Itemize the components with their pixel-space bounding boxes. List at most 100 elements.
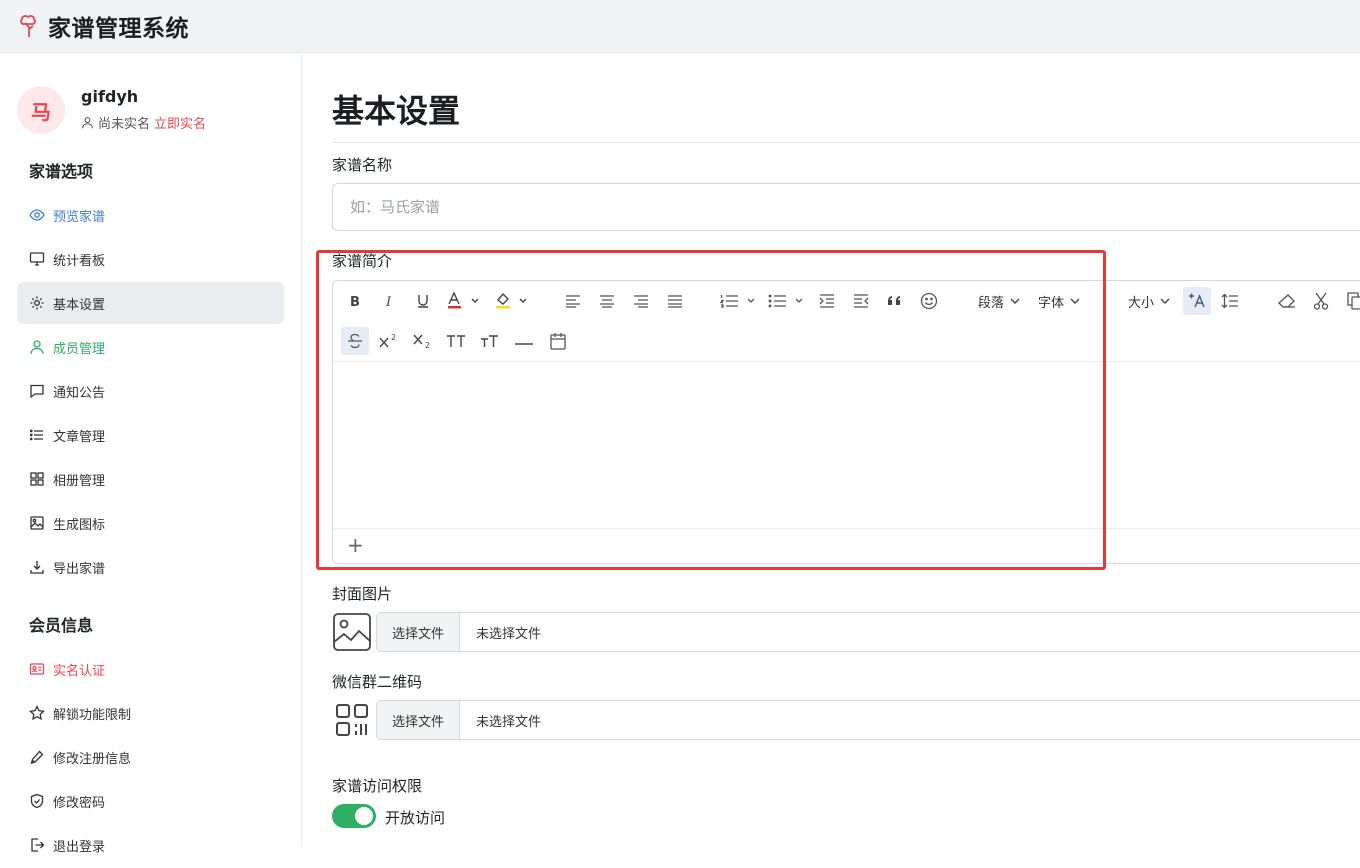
italic-button[interactable]: I — [377, 287, 401, 315]
emoji-button[interactable] — [917, 287, 941, 315]
genealogy-menu: 预览家谱 统计看板 基本设置 成员管理 通知公告 文章管理 相册管理 生成图标 — [17, 194, 284, 590]
app-title: 家谱管理系统 — [48, 16, 189, 42]
member-menu: 实名认证 解锁功能限制 修改注册信息 修改密码 退出登录 — [17, 648, 284, 868]
open-access-toggle[interactable] — [332, 804, 376, 828]
monitor-icon — [29, 252, 45, 266]
chevron-down-icon — [1160, 298, 1170, 304]
sidebar-item-label: 基本设置 — [53, 297, 106, 313]
strikethrough-button[interactable] — [341, 327, 369, 355]
sidebar-item-dashboard[interactable]: 统计看板 — [17, 238, 284, 280]
sidebar-item-label: 实名认证 — [53, 663, 106, 679]
user-name: gifdyh — [81, 87, 139, 106]
sidebar-item-articles[interactable]: 文章管理 — [17, 414, 284, 456]
font-family-select-label: 字体 — [1037, 295, 1064, 311]
underline-button[interactable] — [411, 287, 435, 315]
uppercase-icon — [447, 335, 465, 347]
horizontal-rule-button[interactable] — [511, 327, 537, 355]
lowercase-button[interactable] — [477, 327, 503, 355]
font-family-select[interactable]: 字体 — [1033, 287, 1085, 315]
cover-choose-file-button[interactable]: 选择文件 — [377, 613, 461, 651]
lowercase-icon — [481, 335, 498, 347]
font-size-select[interactable]: 大小 — [1123, 287, 1175, 315]
align-left-button[interactable] — [561, 287, 585, 315]
outdent-button[interactable] — [849, 287, 873, 315]
page-title: 基本设置 — [332, 92, 461, 130]
rich-text-editor[interactable]: B I 段落 字体 大小 2 2 + — [332, 280, 1360, 564]
cut-button[interactable] — [1309, 287, 1333, 315]
sidebar-item-edit-registration[interactable]: 修改注册信息 — [17, 736, 284, 778]
grid-icon — [30, 472, 44, 486]
sidebar-item-albums[interactable]: 相册管理 — [17, 458, 284, 500]
sidebar-item-label: 相册管理 — [53, 473, 106, 489]
section-title-genealogy-options: 家谱选项 — [29, 162, 94, 181]
person-icon — [82, 117, 93, 129]
verify-now-link[interactable]: 立即实名 — [154, 113, 206, 132]
tree-logo-icon — [20, 15, 36, 37]
sidebar-item-members[interactable]: 成员管理 — [17, 326, 284, 368]
indent-button[interactable] — [815, 287, 839, 315]
user-status: 尚未实名 立即实名 — [81, 113, 206, 132]
bullet-list-icon — [768, 294, 803, 308]
text-style-icon — [1189, 293, 1205, 308]
sidebar-item-generate-icon[interactable]: 生成图标 — [17, 502, 284, 544]
qr-file-input[interactable]: 选择文件 未选择文件 — [376, 700, 1360, 740]
chevron-down-icon — [1010, 298, 1020, 304]
ordered-list-button[interactable] — [719, 287, 759, 315]
indent-options-button[interactable] — [1217, 287, 1243, 315]
list-icon — [29, 429, 43, 441]
bold-button[interactable]: B — [343, 287, 367, 315]
sidebar: 马 gifdyh 尚未实名 立即实名 家谱选项 预览家谱 统计看板 基本设置 成… — [0, 54, 302, 855]
outdent-icon — [854, 294, 869, 308]
align-center-button[interactable] — [595, 287, 619, 315]
sidebar-item-label: 修改注册信息 — [53, 751, 132, 767]
align-right-button[interactable] — [629, 287, 653, 315]
id-card-icon — [29, 663, 45, 675]
quote-icon — [888, 296, 900, 305]
font-color-button[interactable] — [445, 287, 483, 315]
superscript-button[interactable]: 2 — [375, 327, 401, 355]
plus-icon[interactable]: + — [347, 535, 364, 555]
align-right-icon — [634, 295, 648, 308]
justify-button[interactable] — [663, 287, 687, 315]
sidebar-item-logout[interactable]: 退出登录 — [17, 824, 284, 866]
sidebar-item-change-password[interactable]: 修改密码 — [17, 780, 284, 822]
copy-button[interactable] — [1343, 287, 1360, 315]
section-title-member-info: 会员信息 — [29, 616, 94, 635]
clear-format-button[interactable] — [1275, 287, 1299, 315]
sidebar-item-export[interactable]: 导出家谱 — [17, 546, 284, 588]
qr-choose-file-button[interactable]: 选择文件 — [377, 701, 461, 739]
sidebar-item-preview[interactable]: 预览家谱 — [17, 194, 284, 236]
download-icon — [30, 561, 44, 574]
qr-code-icon — [336, 704, 368, 736]
blockquote-button[interactable] — [883, 287, 907, 315]
insert-date-button[interactable] — [545, 327, 571, 355]
uppercase-button[interactable] — [443, 327, 469, 355]
cover-file-input[interactable]: 选择文件 未选择文件 — [376, 612, 1360, 652]
smiley-icon — [920, 292, 938, 310]
verification-status-text: 尚未实名 — [98, 117, 151, 132]
line-spacing-icon — [1221, 293, 1238, 309]
eraser-icon — [1278, 294, 1295, 308]
genealogy-name-input[interactable] — [332, 183, 1360, 231]
highlight-icon — [496, 292, 527, 309]
sidebar-item-announcements[interactable]: 通知公告 — [17, 370, 284, 412]
cover-file-status: 未选择文件 — [476, 626, 542, 642]
star-icon — [29, 705, 45, 721]
background-color-button[interactable] — [493, 287, 531, 315]
sidebar-item-unlock-features[interactable]: 解锁功能限制 — [17, 692, 284, 734]
sidebar-item-label: 通知公告 — [53, 385, 106, 401]
font-size-select-label: 大小 — [1127, 295, 1154, 311]
sidebar-item-real-name-auth[interactable]: 实名认证 — [17, 648, 284, 690]
line-height-button[interactable] — [1183, 287, 1211, 315]
sidebar-item-basic-settings[interactable]: 基本设置 — [17, 282, 284, 324]
subscript-button[interactable]: 2 — [409, 327, 435, 355]
genealogy-intro-label: 家谱简介 — [332, 252, 393, 270]
sidebar-item-label: 解锁功能限制 — [53, 707, 132, 723]
genealogy-name-label: 家谱名称 — [332, 156, 393, 174]
avatar[interactable]: 马 — [17, 86, 65, 134]
paragraph-select[interactable]: 段落 — [973, 287, 1025, 315]
indent-icon — [819, 294, 834, 308]
calendar-icon — [550, 333, 566, 350]
editor-content-area[interactable] — [333, 362, 1360, 528]
bullet-list-button[interactable] — [767, 287, 807, 315]
